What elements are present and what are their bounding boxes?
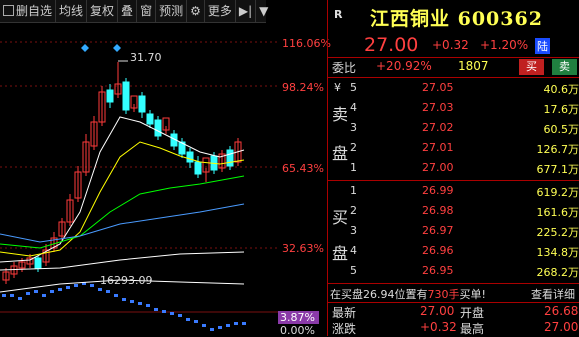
r-marker: R bbox=[334, 8, 343, 21]
volume-bar bbox=[66, 286, 70, 289]
volume-bar bbox=[2, 294, 6, 297]
pct-label-0: 0.00% bbox=[280, 324, 315, 337]
pct-label-32: 32.63% bbox=[282, 242, 324, 255]
volume-bar bbox=[122, 298, 126, 301]
candle-body bbox=[146, 113, 154, 125]
candle-body bbox=[154, 119, 162, 137]
divider bbox=[328, 57, 579, 58]
volume-bar bbox=[162, 310, 166, 313]
volume-bar bbox=[34, 290, 38, 293]
adjust-button[interactable]: 复权 bbox=[87, 0, 119, 22]
chevron-down-icon: ▼ bbox=[259, 4, 269, 18]
ma-line-mid bbox=[0, 141, 245, 257]
volume-bar bbox=[130, 300, 134, 303]
buy-row-1[interactable]: 1 26.99 619.2万 bbox=[328, 182, 579, 201]
ma-line-long bbox=[0, 175, 245, 249]
low-value-label: 16293.09 bbox=[100, 274, 153, 287]
exchange-tag: 陆 bbox=[535, 38, 550, 54]
volume-bar bbox=[218, 326, 222, 329]
volume-bar bbox=[50, 290, 54, 293]
forecast-button[interactable]: 预测 bbox=[156, 0, 188, 22]
volume-bar bbox=[186, 318, 190, 321]
volume-bar bbox=[234, 322, 238, 325]
candle-body bbox=[122, 81, 130, 111]
divider bbox=[328, 283, 579, 284]
sell-row-2[interactable]: 2 27.01 126.7万 bbox=[328, 139, 579, 158]
sell-row-3[interactable]: 3 27.02 60.5万 bbox=[328, 119, 579, 138]
webi-diff: 1807 bbox=[458, 59, 489, 73]
volume-bar bbox=[114, 294, 118, 297]
notice-pre: 在买盘26.94位置有730手买单! bbox=[330, 288, 486, 301]
volume-bar bbox=[106, 290, 110, 293]
pct-label-98: 98.24% bbox=[282, 81, 324, 94]
volume-bar bbox=[146, 304, 150, 307]
ma-button[interactable]: 均线 bbox=[56, 0, 88, 22]
volume-bar bbox=[138, 302, 142, 305]
more-button[interactable]: 更多 bbox=[205, 0, 236, 22]
quote-panel: R 江西铜业 600362 27.00 +0.32 +1.20% 陆 委比 +2… bbox=[328, 0, 579, 336]
buy-row-4[interactable]: 4 26.96 134.8万 bbox=[328, 242, 579, 261]
webi-label: 委比 bbox=[332, 61, 357, 75]
volume-bar bbox=[194, 320, 198, 323]
volume-bar bbox=[242, 322, 246, 325]
price-change: +0.32 bbox=[432, 38, 469, 52]
sell-row-5[interactable]: 5 27.05 40.6万 bbox=[328, 79, 579, 98]
dropdown-button[interactable]: ▼ bbox=[256, 0, 271, 22]
volume-bar bbox=[202, 324, 206, 327]
view-detail-link[interactable]: 查看详细 bbox=[531, 286, 575, 302]
sell-button[interactable]: 卖 bbox=[552, 59, 577, 75]
divider bbox=[328, 302, 579, 303]
gear-icon: ⚙ bbox=[190, 4, 201, 18]
webi-value: +20.92% bbox=[376, 59, 432, 73]
pct-label-3-highlight: 3.87% bbox=[278, 311, 319, 324]
buy-row-5[interactable]: 5 26.95 268.2万 bbox=[328, 262, 579, 281]
ma-line-xlong bbox=[0, 203, 245, 243]
candle-body bbox=[194, 161, 202, 175]
candle-body bbox=[138, 95, 146, 113]
play-step-icon: ▶| bbox=[238, 4, 253, 18]
volume-bar bbox=[74, 284, 78, 287]
volume-bar bbox=[58, 288, 62, 291]
sell-row-1[interactable]: 1 27.00 677.1万 bbox=[328, 159, 579, 178]
buy-button[interactable]: 买 bbox=[519, 59, 544, 75]
volume-bar bbox=[154, 308, 158, 311]
diamond-marker bbox=[113, 44, 121, 52]
buy-row-3[interactable]: 3 26.97 225.2万 bbox=[328, 222, 579, 241]
candle-body bbox=[186, 151, 194, 163]
pct-label-116: 116.06% bbox=[282, 37, 331, 50]
volume-bar bbox=[98, 288, 102, 291]
volume-bar bbox=[178, 314, 182, 317]
volume-bar bbox=[42, 294, 46, 297]
volume-bar bbox=[170, 312, 174, 315]
price-change-pct: +1.20% bbox=[480, 38, 529, 52]
volume-bar bbox=[210, 328, 214, 331]
candle-body bbox=[226, 149, 234, 167]
volume-bar bbox=[26, 292, 30, 295]
pct-label-65: 65.43% bbox=[282, 162, 324, 175]
buy-row-2[interactable]: 2 26.98 161.6万 bbox=[328, 202, 579, 221]
volume-bar bbox=[226, 324, 230, 327]
volume-bar bbox=[18, 297, 22, 300]
diamond-marker bbox=[81, 44, 89, 52]
step-button[interactable]: ▶| bbox=[236, 0, 257, 22]
kline-chart[interactable]: 116.06% 98.24% 65.43% 32.63% 3.87% 0.00%… bbox=[0, 22, 331, 337]
overlay-button[interactable]: 叠 bbox=[118, 0, 138, 22]
volume-bar bbox=[90, 284, 94, 287]
volume-bar bbox=[10, 294, 14, 297]
candle-body bbox=[106, 89, 114, 103]
sell-row-4[interactable]: 4 27.03 17.6万 bbox=[328, 99, 579, 118]
ma-line-short bbox=[0, 116, 245, 263]
divider bbox=[328, 180, 579, 181]
divider bbox=[328, 77, 579, 78]
high-price-label: 31.70 bbox=[130, 51, 162, 64]
delete-watchlist-button[interactable]: 删自选 bbox=[0, 0, 57, 22]
checkbox-icon bbox=[3, 5, 14, 16]
settings-button[interactable]: ⚙ bbox=[187, 0, 205, 22]
stock-name-code: 江西铜业 600362 bbox=[370, 8, 543, 30]
kline-svg bbox=[0, 41, 278, 331]
current-price: 27.00 bbox=[364, 34, 419, 56]
window-button[interactable]: 窗 bbox=[137, 0, 157, 22]
candle-body bbox=[34, 257, 42, 269]
chart-toolbar: 删自选 均线 复权 叠 窗 预测 ⚙ 更多 ▶| ▼ bbox=[0, 0, 268, 23]
